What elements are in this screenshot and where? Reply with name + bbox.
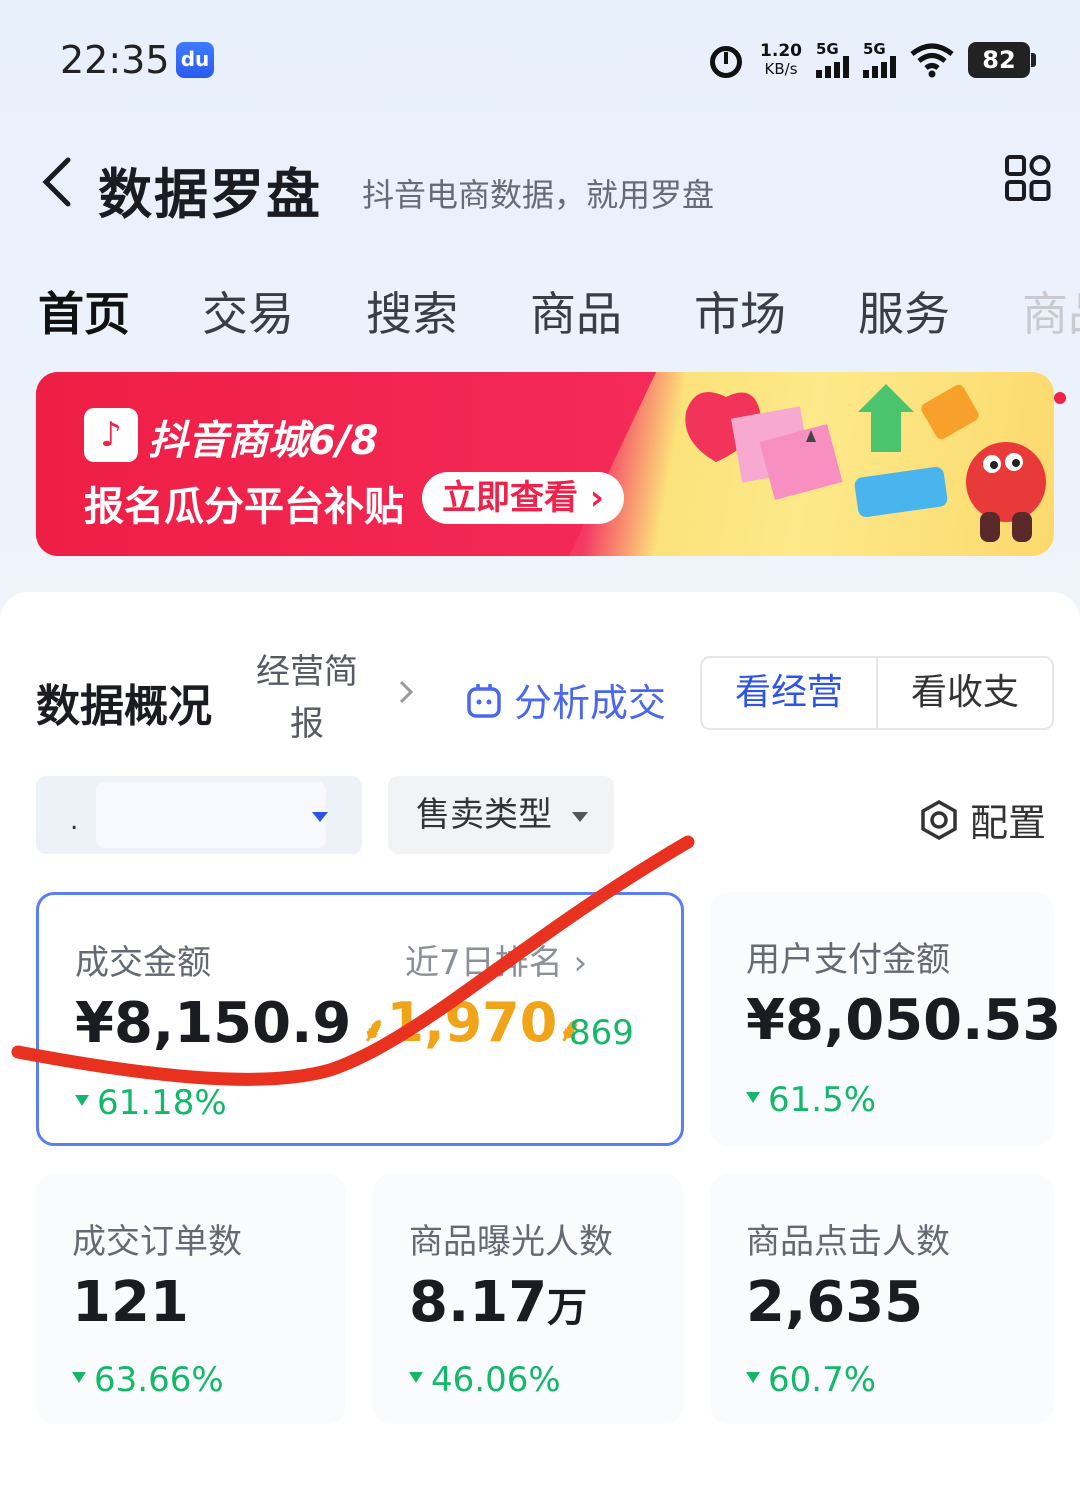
tab-more[interactable]: 商品 <box>1022 278 1080 342</box>
rank-value: ⸙1,970⸙ <box>361 991 583 1054</box>
notification-dot <box>1054 392 1066 404</box>
status-time: 22:35 <box>60 38 170 82</box>
analyze-deal-button[interactable]: 分析成交 <box>466 672 666 727</box>
battery-icon: 82 <box>968 42 1036 78</box>
metric-card-orders[interactable]: 成交订单数 121 63.66% <box>36 1174 346 1424</box>
banner-illustration-icon <box>685 384 1046 542</box>
page-title: 数据罗盘 <box>98 163 322 226</box>
banner-view-button[interactable]: 立即查看 › <box>422 472 624 524</box>
grid-icon[interactable] <box>1004 154 1052 202</box>
analyze-deal-label: 分析成交 <box>514 681 667 725</box>
sale-type-dropdown[interactable]: 售卖类型 <box>388 776 614 854</box>
view-toggle: 看经营 看收支 <box>700 656 1054 730</box>
tab-trade[interactable]: 交易 <box>202 278 294 342</box>
banner-subtitle: 报名瓜分平台补贴 <box>84 484 404 530</box>
tab-service[interactable]: 服务 <box>858 278 950 342</box>
tab-view-finance[interactable]: 看收支 <box>878 658 1052 728</box>
tab-view-business[interactable]: 看经营 <box>702 658 878 728</box>
tab-market[interactable]: 市场 <box>694 278 786 342</box>
down-arrow-icon <box>746 1092 760 1103</box>
metric-card-clicks[interactable]: 商品点击人数 2,635 60.7% <box>710 1174 1054 1424</box>
metric-delta: 63.66% <box>72 1360 224 1400</box>
app-header: 数据罗盘 抖音电商数据，就用罗盘 <box>0 140 1080 230</box>
caret-down-icon <box>312 812 328 822</box>
business-brief-link[interactable]: 经营简报 <box>252 646 362 750</box>
chevron-left-icon[interactable] <box>38 154 78 210</box>
app-notification-icon: du <box>176 42 214 78</box>
caret-down-icon <box>572 812 588 822</box>
alarm-icon <box>706 40 746 80</box>
down-arrow-icon <box>75 1095 89 1106</box>
date-filter-dropdown[interactable]: . <box>36 776 362 854</box>
metric-value: ¥8,150.9 <box>75 991 352 1056</box>
metric-label: 成交订单数 <box>72 1222 242 1262</box>
metric-value: 8.17万 <box>409 1270 588 1335</box>
wifi-icon <box>910 43 954 78</box>
status-bar: 22:35 du 1.20 KB/s 5G 5G 82 <box>0 0 1080 120</box>
down-arrow-icon <box>746 1372 760 1383</box>
metric-label: 商品点击人数 <box>746 1222 950 1262</box>
signal-icon: 5G <box>863 42 896 78</box>
metric-delta: 61.5% <box>746 1080 876 1120</box>
settings-icon <box>921 799 957 840</box>
douyin-mall-logo-icon: ♪ <box>84 408 138 462</box>
metric-label: 用户支付金额 <box>746 940 950 980</box>
tab-goods[interactable]: 商品 <box>530 278 622 342</box>
tab-home[interactable]: 首页 <box>38 278 130 342</box>
chevron-right-icon[interactable] <box>396 678 416 706</box>
metric-card-user-pay[interactable]: 用户支付金额 ¥8,050.53 61.5% <box>710 892 1061 1146</box>
data-overview-panel: 数据概况 经营简报 分析成交 看经营 看收支 . 售卖类型 配置 成交金额 ¥8 <box>0 592 1080 1487</box>
config-button[interactable]: 配置 <box>918 792 1046 847</box>
overview-title: 数据概况 <box>36 681 212 732</box>
rank-label[interactable]: 近7日排名 › <box>405 935 587 984</box>
metric-value: ¥8,050.53 <box>746 988 1062 1053</box>
metric-label: 商品曝光人数 <box>409 1222 613 1262</box>
metric-label: 成交金额 <box>75 943 211 983</box>
nav-tabs: 首页 交易 搜索 商品 市场 服务 商品 <box>38 278 1080 342</box>
metric-value: 121 <box>72 1270 189 1335</box>
network-speed: 1.20 KB/s <box>760 41 802 78</box>
laurel-icon: ⸙ <box>361 1010 387 1050</box>
robot-icon <box>467 683 501 718</box>
promo-banner[interactable]: ♪ 抖音商城6/8 报名瓜分平台补贴 立即查看 › <box>36 372 1054 556</box>
page-subtitle: 抖音电商数据，就用罗盘 <box>362 176 715 214</box>
metric-delta: 46.06% <box>409 1360 561 1400</box>
down-arrow-icon <box>409 1372 423 1383</box>
metric-delta: 60.7% <box>746 1360 876 1400</box>
config-label: 配置 <box>969 801 1046 845</box>
metric-card-exposure[interactable]: 商品曝光人数 8.17万 46.06% <box>373 1174 683 1424</box>
metric-delta: 61.18% <box>75 1083 227 1123</box>
metric-value: 2,635 <box>746 1270 924 1335</box>
tab-search[interactable]: 搜索 <box>366 278 458 342</box>
signal-icon: 5G <box>816 42 849 78</box>
banner-title: 抖音商城6/8 <box>148 418 379 464</box>
sale-type-label: 售卖类型 <box>416 795 552 835</box>
down-arrow-icon <box>72 1372 86 1383</box>
metric-card-gmv[interactable]: 成交金额 ¥8,150.9 61.18% 近7日排名 › ⸙1,970⸙ 869 <box>36 892 684 1146</box>
rank-delta: 869 <box>569 1013 634 1053</box>
